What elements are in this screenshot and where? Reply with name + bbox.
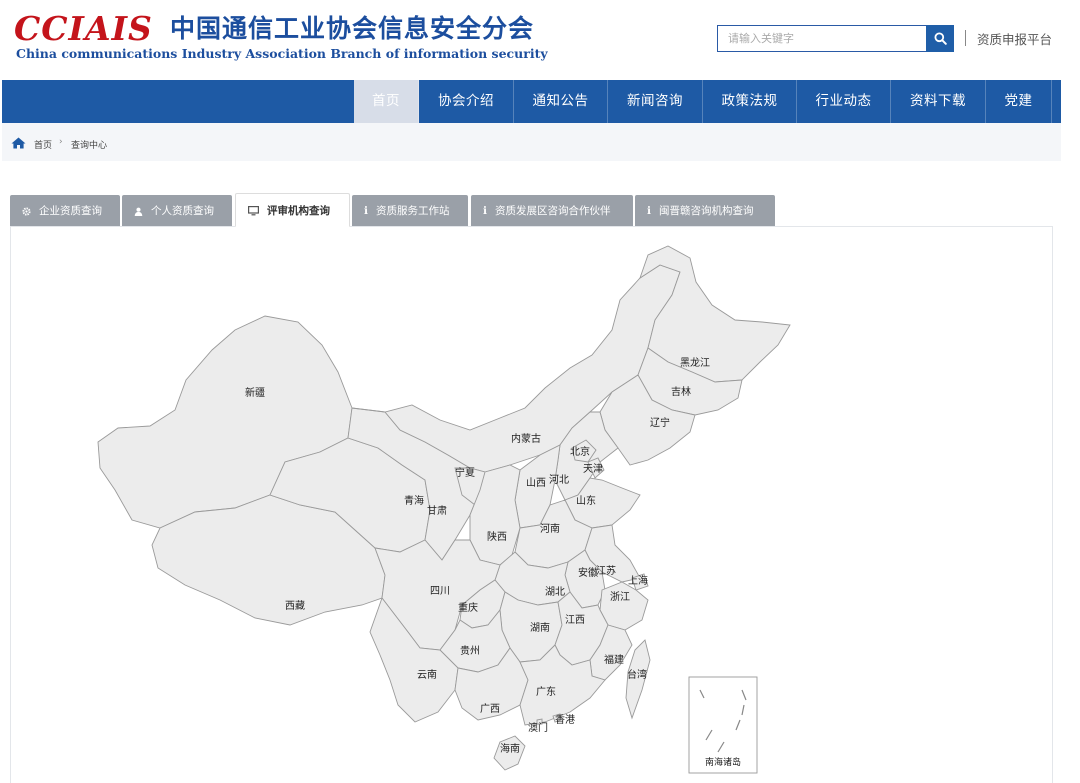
tab-enterprise-qualification[interactable]: 企业资质查询 <box>10 195 120 227</box>
search-icon <box>934 32 947 45</box>
site-logo[interactable]: CCIAIS 中国通信工业协会信息安全分会 China communicatio… <box>14 9 548 62</box>
tab-label: 闽晋赣咨询机构查询 <box>659 205 754 217</box>
label-liaoning: 辽宁 <box>650 416 670 429</box>
tab-development-partners[interactable]: i 资质发展区咨询合作伙伴 <box>471 195 633 227</box>
tab-label: 资质发展区咨询合作伙伴 <box>495 205 611 217</box>
label-anhui: 安徽 <box>578 566 598 579</box>
nav-item-home[interactable]: 首页 <box>354 80 419 123</box>
search-input[interactable] <box>717 25 927 52</box>
info-icon: i <box>364 205 368 217</box>
nav-item-policy[interactable]: 政策法规 <box>703 80 797 123</box>
tab-regional-agencies[interactable]: i 闽晋赣咨询机构查询 <box>635 195 775 227</box>
label-tianjin: 天津 <box>583 463 603 475</box>
label-hebei: 河北 <box>549 474 569 486</box>
label-qinghai: 青海 <box>404 494 424 507</box>
breadcrumb-home[interactable]: 首页 <box>34 138 52 151</box>
nav-item-downloads[interactable]: 资料下载 <box>891 80 986 123</box>
label-zhejiang: 浙江 <box>610 591 630 603</box>
breadcrumb-current: 查询中心 <box>71 141 108 151</box>
logo-mark: CCIAIS <box>14 9 153 48</box>
label-jilin: 吉林 <box>671 385 691 398</box>
label-shandong: 山东 <box>576 494 596 507</box>
nav-item-about[interactable]: 协会介绍 <box>419 80 514 123</box>
label-ningxia: 宁夏 <box>455 466 475 479</box>
label-henan: 河南 <box>540 522 560 535</box>
label-guangdong: 广东 <box>536 685 556 698</box>
info-icon: i <box>647 205 651 217</box>
search-button[interactable] <box>926 25 954 52</box>
monitor-icon <box>248 206 259 216</box>
label-chongqing: 重庆 <box>458 601 478 614</box>
label-heilongjiang: 黑龙江 <box>680 356 710 369</box>
label-xianggang: 香港 <box>555 714 575 726</box>
logo-title-cn: 中国通信工业协会信息安全分会 <box>169 14 534 43</box>
label-beijing: 北京 <box>570 445 590 458</box>
tab-label: 企业资质查询 <box>39 205 102 217</box>
nav-item-party[interactable]: 党建 <box>986 80 1052 123</box>
nav-item-notices[interactable]: 通知公告 <box>514 80 608 123</box>
logo-title-en: China communications Industry Associatio… <box>16 46 548 61</box>
label-jiangxi: 江西 <box>565 614 585 626</box>
label-shanxi: 山西 <box>526 477 546 489</box>
header-divider <box>965 30 966 46</box>
china-map: 南海诸岛 新疆 西藏 青海 甘肃 内蒙古 黑龙江 吉林 辽宁 北京 天津 河北 … <box>97 245 791 774</box>
tab-label: 评审机构查询 <box>267 205 330 217</box>
site-header: CCIAIS 中国通信工业协会信息安全分会 China communicatio… <box>0 0 1080 80</box>
search-box <box>717 25 954 52</box>
label-gansu: 甘肃 <box>427 504 447 517</box>
label-sichuan: 四川 <box>430 586 450 597</box>
label-taiwan: 台湾 <box>627 668 647 681</box>
label-aomen: 澳门 <box>528 721 548 734</box>
label-neimenggu: 内蒙古 <box>511 432 541 445</box>
label-hainan: 海南 <box>500 742 520 755</box>
user-icon <box>134 207 143 216</box>
info-icon: i <box>483 205 487 217</box>
tab-review-agency[interactable]: 评审机构查询 <box>235 193 350 227</box>
home-icon[interactable] <box>11 137 26 149</box>
label-hunan: 湖南 <box>530 621 550 634</box>
label-guangxi: 广西 <box>480 703 500 715</box>
label-hubei: 湖北 <box>545 586 565 598</box>
south-china-sea-inset: 南海诸岛 <box>688 676 758 774</box>
tab-service-station[interactable]: i 资质服务工作站 <box>352 195 468 227</box>
breadcrumb-separator: › <box>59 137 63 147</box>
label-shaanxi: 陕西 <box>487 530 507 543</box>
nav-item-industry[interactable]: 行业动态 <box>797 80 891 123</box>
label-shanghai: 上海 <box>628 574 648 587</box>
label-yunnan: 云南 <box>417 668 437 681</box>
platform-link[interactable]: 资质申报平台 <box>977 29 1052 48</box>
nav-item-news[interactable]: 新闻咨询 <box>608 80 703 123</box>
label-guizhou: 贵州 <box>460 644 480 657</box>
tab-personal-qualification[interactable]: 个人资质查询 <box>122 195 232 227</box>
label-xinjiang: 新疆 <box>245 386 265 399</box>
tab-label: 资质服务工作站 <box>376 205 450 217</box>
label-fujian: 福建 <box>604 653 624 666</box>
breadcrumb: 首页 › 查询中心 <box>2 123 1061 161</box>
gear-icon <box>22 206 31 216</box>
tab-label: 个人资质查询 <box>151 205 214 217</box>
label-xizang: 西藏 <box>285 600 305 612</box>
inset-label: 南海诸岛 <box>705 756 741 768</box>
main-nav: 首页 协会介绍 通知公告 新闻咨询 政策法规 行业动态 资料下载 党建 <box>2 80 1061 123</box>
label-jiangsu: 江苏 <box>596 564 616 577</box>
